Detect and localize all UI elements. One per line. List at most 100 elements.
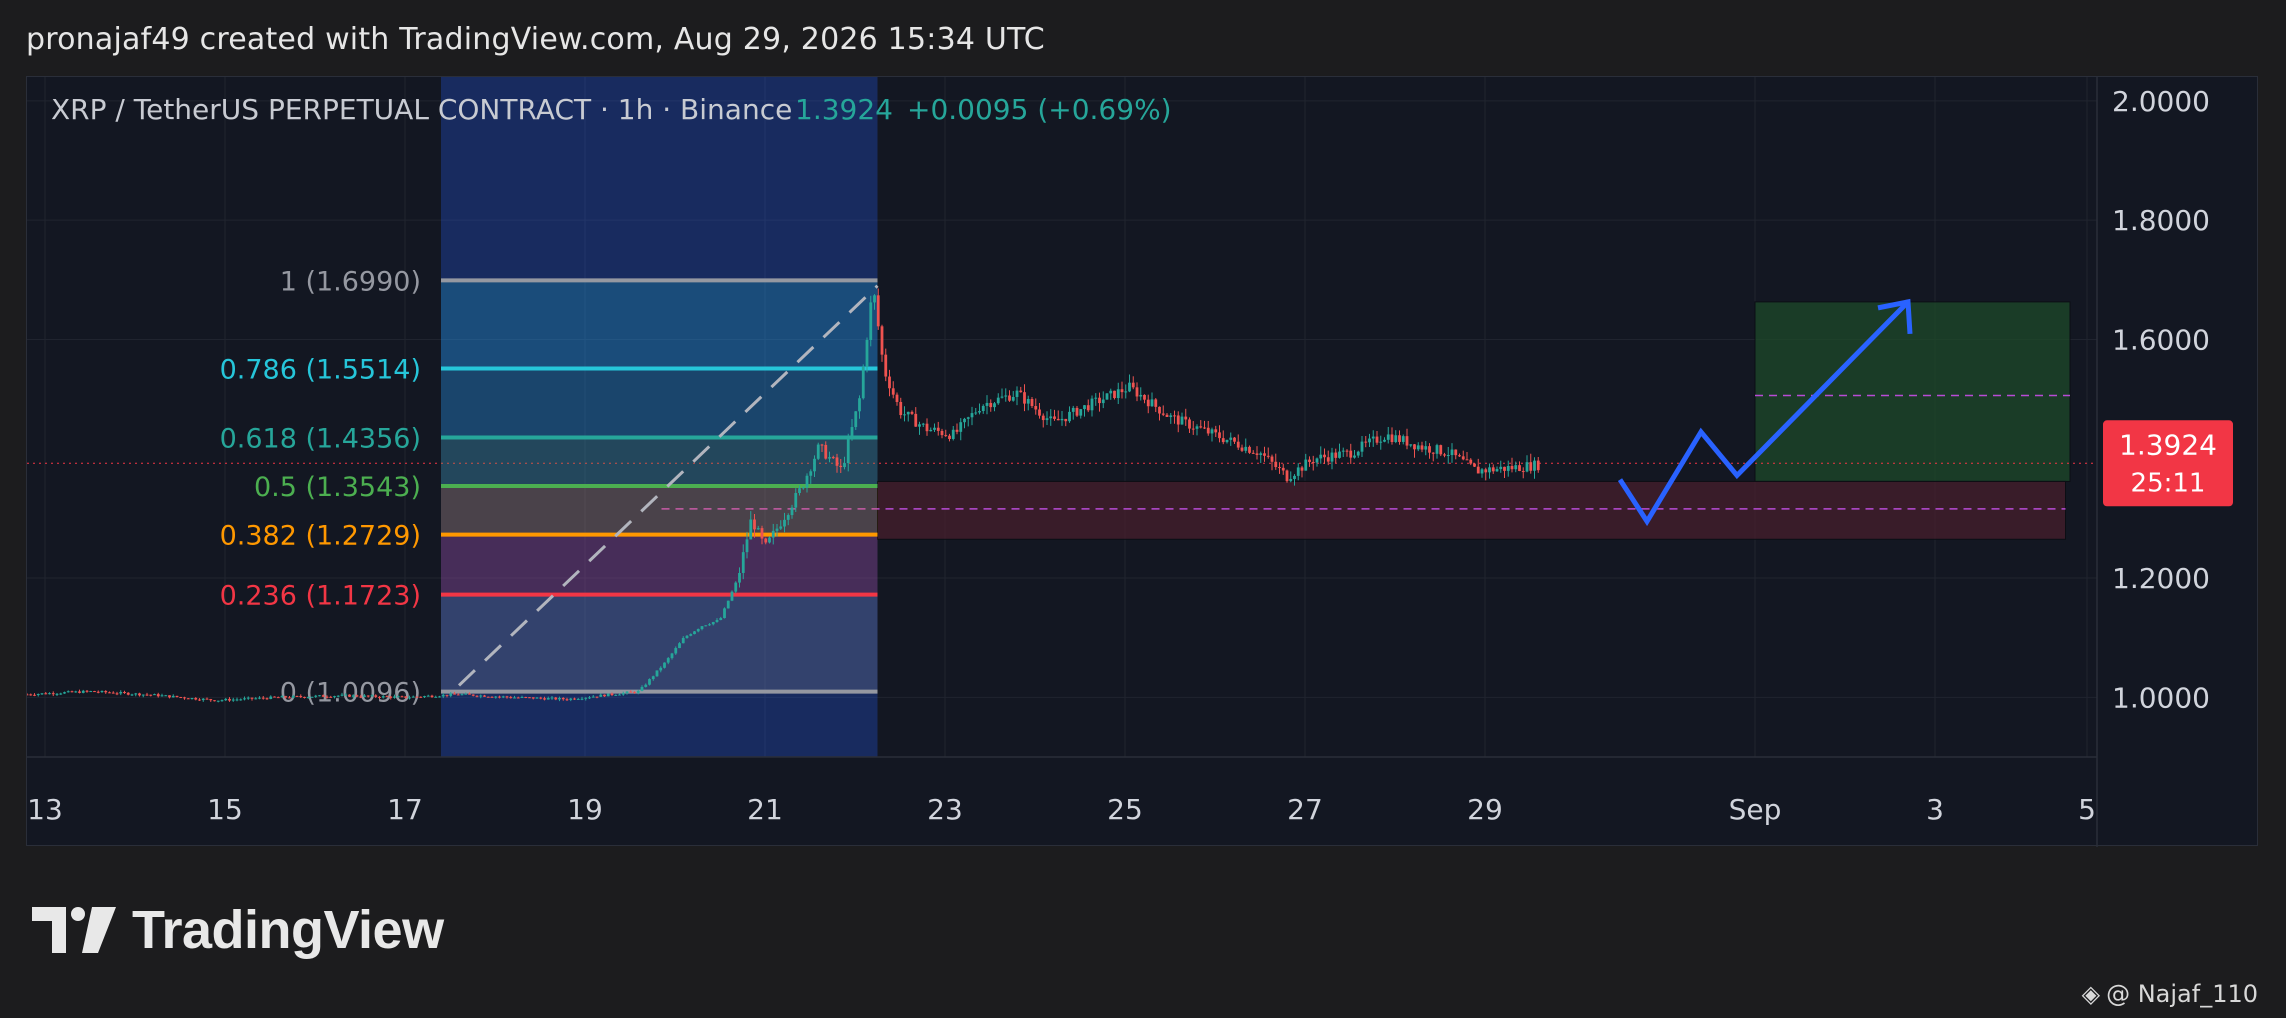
candle-body	[846, 439, 850, 464]
candle-body	[1049, 416, 1053, 419]
candle-body	[258, 697, 261, 699]
candle-body	[70, 691, 74, 693]
candle-body	[453, 693, 456, 695]
candle-body	[419, 696, 423, 698]
candle-body	[329, 696, 333, 698]
candle-body	[250, 697, 254, 699]
candle-body	[985, 402, 989, 406]
time-tick-label: 19	[567, 793, 603, 826]
candle-body	[1154, 399, 1158, 407]
candle-body	[1056, 418, 1060, 421]
candle-body	[321, 695, 325, 697]
candle-body	[1244, 446, 1248, 451]
candle-body	[460, 694, 464, 696]
candle-body	[1090, 398, 1094, 411]
legend-change: +0.0095 (+0.69%)	[907, 93, 1172, 126]
candle-body	[1446, 455, 1450, 457]
candle-body	[239, 699, 243, 701]
candle-body	[141, 694, 145, 696]
candle-body	[1180, 416, 1184, 425]
candle-body	[606, 693, 610, 697]
candle-body	[1038, 409, 1041, 416]
candle-body	[1536, 460, 1540, 471]
candle-body	[1431, 452, 1435, 454]
candle-body	[471, 694, 475, 696]
candle-body	[1233, 437, 1236, 442]
candle-body	[738, 572, 741, 583]
candle-body	[1225, 439, 1229, 443]
candle-body	[468, 693, 471, 695]
candle-body	[288, 697, 291, 699]
candle-body	[430, 695, 434, 698]
candle-body	[1454, 449, 1458, 456]
candle-body	[475, 695, 479, 697]
candle-body	[1394, 435, 1398, 443]
candle-body	[621, 692, 625, 695]
candle-body	[1150, 399, 1154, 407]
candle-body	[78, 691, 81, 693]
tradingview-logo-text: TradingView	[132, 900, 444, 960]
target-zone	[1754, 301, 2071, 482]
candle-body	[948, 435, 951, 439]
candle-body	[1113, 390, 1116, 399]
symbol-title: XRP / TetherUS PERPETUAL CONTRACT · 1h ·…	[51, 93, 792, 126]
price-chart[interactable]: 1 (1.6990) 0.786 (1.5514) 0.618 (1.4356) 0.…	[27, 77, 2259, 847]
time-tick-label: 17	[387, 793, 423, 826]
candle-body	[666, 658, 670, 663]
candle-body	[1079, 409, 1083, 416]
tradingview-logo-icon	[32, 907, 116, 953]
candle-body	[479, 695, 483, 697]
candle-body	[108, 692, 111, 694]
candle-body	[179, 697, 183, 699]
candle-body	[865, 340, 869, 367]
candle-body	[194, 697, 198, 700]
candle-body	[1300, 467, 1304, 471]
candle-body	[925, 423, 929, 432]
candle-body	[1315, 458, 1319, 463]
candle-body	[1191, 428, 1195, 430]
candle-body	[1364, 441, 1368, 443]
candle-body	[220, 700, 224, 702]
fibonacci-retracement[interactable]: 1 (1.6990) 0.786 (1.5514) 0.618 (1.4356) 0.…	[220, 266, 879, 709]
candle-body	[756, 528, 760, 530]
candle-body	[1270, 456, 1274, 462]
fib-zone-fill	[441, 437, 878, 487]
time-tick-label: 5	[2078, 793, 2096, 826]
candle-body	[1435, 445, 1439, 454]
candle-body	[794, 492, 798, 508]
candle-body	[1116, 389, 1120, 399]
candle-body	[224, 698, 228, 701]
candle-body	[1360, 441, 1364, 452]
price-tick-label: 2.0000	[2112, 85, 2210, 118]
time-axis[interactable]: 13 15 17 19 21 23 25 27 29 Sep 3 5	[27, 756, 2097, 826]
candle-body	[276, 697, 280, 699]
candle-body	[576, 698, 580, 700]
candle-body	[618, 694, 621, 696]
candle-body	[614, 694, 618, 696]
candle-body	[516, 697, 520, 699]
candle-body	[27, 694, 29, 696]
candle-body	[813, 458, 816, 472]
candle-body	[1109, 390, 1113, 394]
candle-body	[333, 696, 336, 698]
candle-body	[1439, 445, 1443, 455]
candle-body	[1098, 397, 1101, 404]
candle-body	[929, 429, 933, 432]
candle-body	[134, 693, 138, 695]
candle-body	[588, 697, 591, 699]
candle-body	[1120, 389, 1124, 393]
candle-body	[831, 457, 835, 459]
candle-body	[723, 608, 726, 619]
candle-body	[869, 302, 873, 341]
candle-body	[501, 696, 505, 698]
candle-body	[520, 696, 524, 698]
candle-body	[1184, 416, 1188, 420]
candle-body	[783, 519, 786, 527]
candle-body	[1386, 434, 1390, 440]
candle-body	[1146, 399, 1150, 407]
candle-body	[1465, 459, 1469, 461]
chart-panel[interactable]: 1 (1.6990) 0.786 (1.5514) 0.618 (1.4356) 0.…	[26, 76, 2259, 847]
candle-body	[678, 643, 681, 649]
candle-body	[1019, 390, 1023, 393]
candle-body	[1086, 405, 1090, 411]
